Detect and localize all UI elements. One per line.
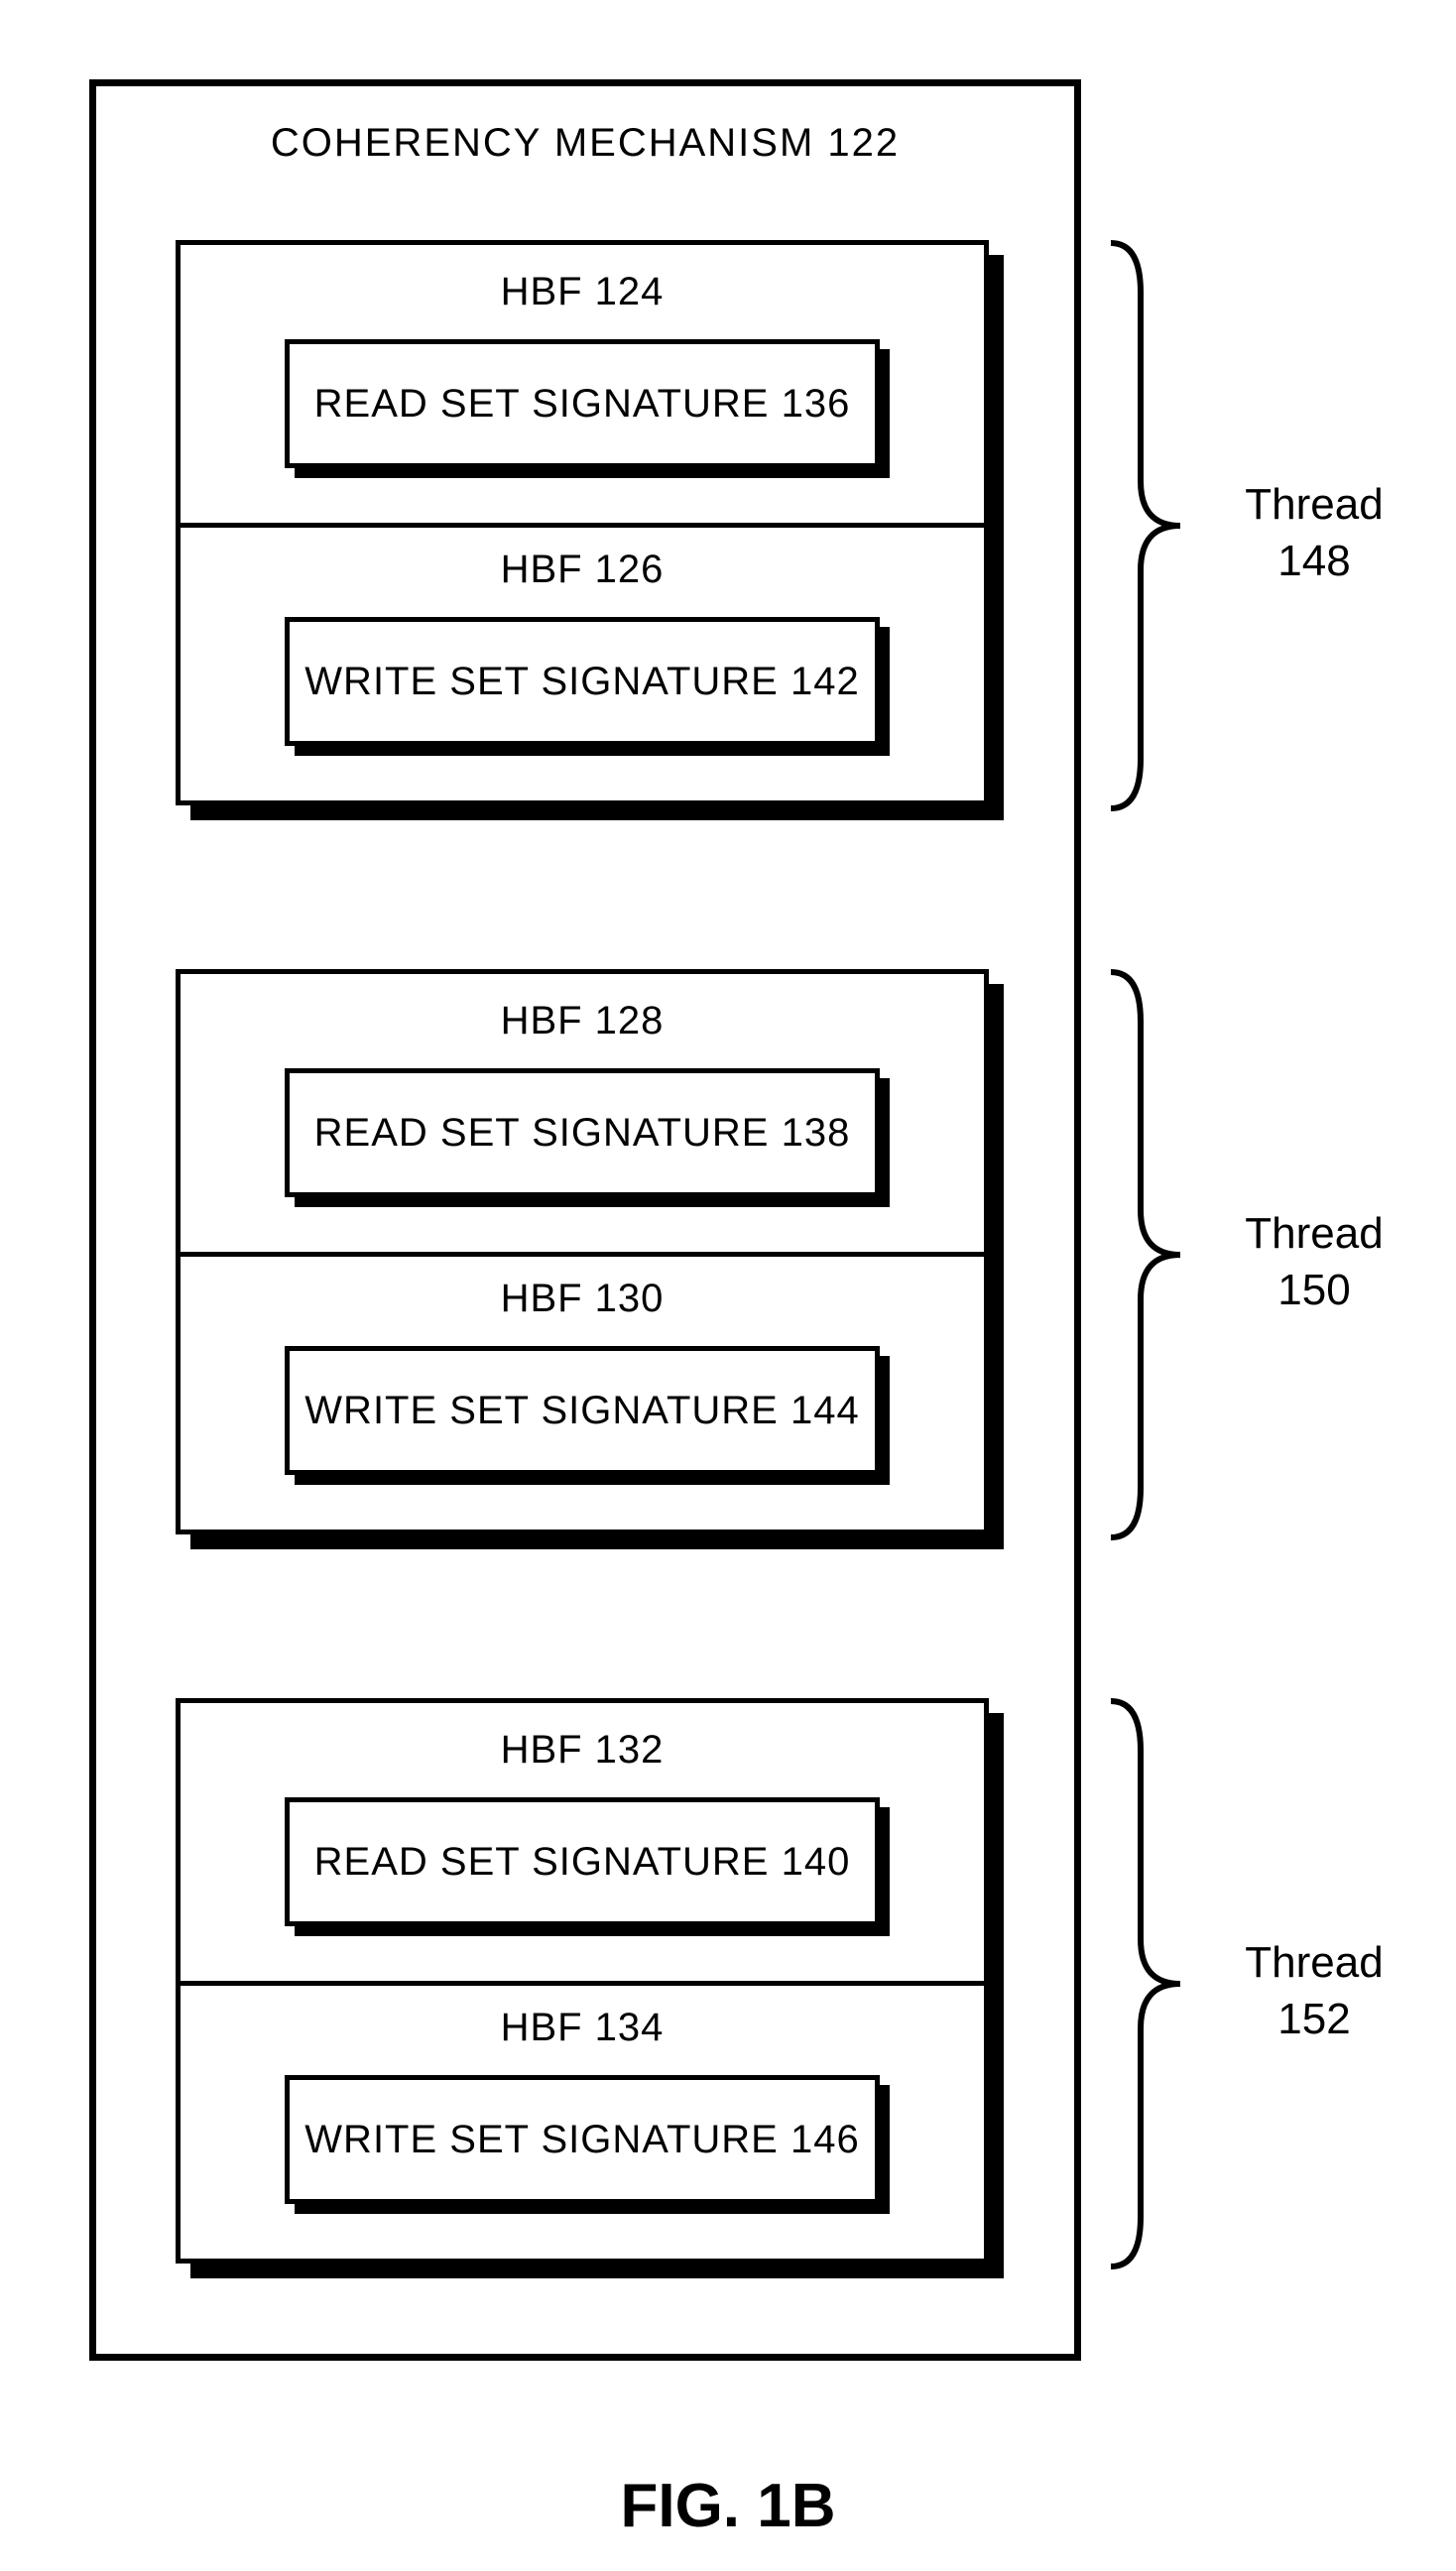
hbf-label: HBF 126	[181, 523, 984, 592]
hbf-label: HBF 134	[181, 1981, 984, 2050]
hbf-label: HBF 132	[181, 1703, 984, 1773]
write-set-signature-146: WRITE SET SIGNATURE 146	[285, 2075, 880, 2204]
thread-group-152: HBF 132 READ SET SIGNATURE 140 HBF 134 W…	[176, 1698, 989, 2264]
inner-label: READ SET SIGNATURE 136	[314, 382, 851, 427]
figure-label: FIG. 1B	[0, 2471, 1456, 2541]
read-set-signature-140: READ SET SIGNATURE 140	[285, 1797, 880, 1926]
hbf-label: HBF 128	[181, 974, 984, 1043]
thread-group-150: HBF 128 READ SET SIGNATURE 138 HBF 130 W…	[176, 969, 989, 1534]
hbf-134: HBF 134 WRITE SET SIGNATURE 146	[181, 1981, 984, 2259]
inner-label: READ SET SIGNATURE 138	[314, 1111, 851, 1156]
diagram-canvas: COHERENCY MECHANISM 122 HBF 124 READ SET…	[0, 0, 1456, 2571]
thread-label-150: Thread 150	[1215, 1205, 1413, 1318]
thread-text: Thread 148	[1245, 480, 1383, 585]
hbf-126: HBF 126 WRITE SET SIGNATURE 142	[181, 523, 984, 800]
hbf-label: HBF 130	[181, 1252, 984, 1321]
inner-label: WRITE SET SIGNATURE 142	[304, 660, 859, 704]
hbf-128: HBF 128 READ SET SIGNATURE 138	[181, 974, 984, 1252]
coherency-mechanism-box: COHERENCY MECHANISM 122 HBF 124 READ SET…	[89, 79, 1081, 2361]
write-set-signature-144: WRITE SET SIGNATURE 144	[285, 1346, 880, 1475]
hbf-label: HBF 124	[181, 245, 984, 314]
thread-label-148: Thread 148	[1215, 476, 1413, 589]
brace-icon	[1111, 962, 1200, 1547]
thread-group-148: HBF 124 READ SET SIGNATURE 136 HBF 126 W…	[176, 240, 989, 805]
thread-text: Thread 152	[1245, 1938, 1383, 2043]
coherency-title: COHERENCY MECHANISM 122	[96, 121, 1074, 166]
inner-label: WRITE SET SIGNATURE 144	[304, 1389, 859, 1433]
brace-icon	[1111, 233, 1200, 818]
hbf-130: HBF 130 WRITE SET SIGNATURE 144	[181, 1252, 984, 1530]
read-set-signature-136: READ SET SIGNATURE 136	[285, 339, 880, 468]
hbf-132: HBF 132 READ SET SIGNATURE 140	[181, 1703, 984, 1981]
write-set-signature-142: WRITE SET SIGNATURE 142	[285, 617, 880, 746]
brace-icon	[1111, 1691, 1200, 2276]
inner-label: READ SET SIGNATURE 140	[314, 1840, 851, 1885]
hbf-124: HBF 124 READ SET SIGNATURE 136	[181, 245, 984, 523]
thread-text: Thread 150	[1245, 1209, 1383, 1314]
thread-label-152: Thread 152	[1215, 1934, 1413, 2047]
inner-label: WRITE SET SIGNATURE 146	[304, 2118, 859, 2162]
read-set-signature-138: READ SET SIGNATURE 138	[285, 1068, 880, 1197]
